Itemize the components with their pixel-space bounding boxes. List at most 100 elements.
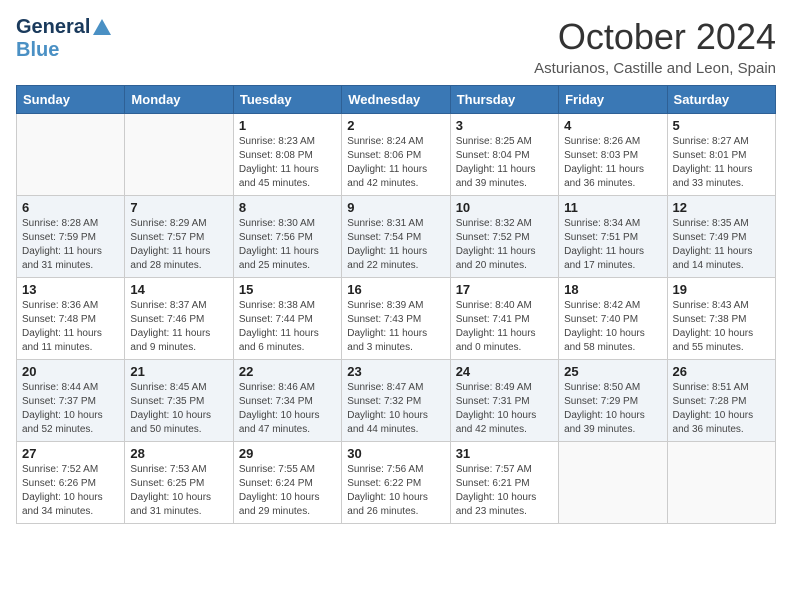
day-info: Sunrise: 8:42 AMSunset: 7:40 PMDaylight:… xyxy=(564,299,661,355)
logo-blue: Blue xyxy=(16,39,59,61)
logo-general: General xyxy=(16,16,90,39)
calendar-day-cell: 14 Sunrise: 8:37 AMSunset: 7:46 PMDayligh… xyxy=(125,278,233,360)
day-info: Sunrise: 8:31 AMSunset: 7:54 PMDaylight:… xyxy=(347,217,444,273)
day-number: 15 xyxy=(239,282,336,297)
calendar-day-cell xyxy=(125,114,233,196)
day-number: 31 xyxy=(456,446,553,461)
calendar-day-cell: 8 Sunrise: 8:30 AMSunset: 7:56 PMDaylight… xyxy=(233,196,341,278)
day-info: Sunrise: 8:45 AMSunset: 7:35 PMDaylight:… xyxy=(130,381,227,437)
day-info: Sunrise: 8:50 AMSunset: 7:29 PMDaylight:… xyxy=(564,381,661,437)
calendar-day-cell: 13 Sunrise: 8:36 AMSunset: 7:48 PMDayligh… xyxy=(17,278,125,360)
day-number: 22 xyxy=(239,364,336,379)
day-info: Sunrise: 8:25 AMSunset: 8:04 PMDaylight:… xyxy=(456,135,553,191)
calendar-day-cell: 18 Sunrise: 8:42 AMSunset: 7:40 PMDayligh… xyxy=(559,278,667,360)
day-info: Sunrise: 8:37 AMSunset: 7:46 PMDaylight:… xyxy=(130,299,227,355)
calendar-day-cell: 27 Sunrise: 7:52 AMSunset: 6:26 PMDayligh… xyxy=(17,442,125,524)
calendar-header-row: SundayMondayTuesdayWednesdayThursdayFrid… xyxy=(17,86,776,114)
calendar-day-cell: 24Sunrise: 8:49 AMSunset: 7:31 PMDayligh… xyxy=(450,360,558,442)
calendar-day-cell: 22 Sunrise: 8:46 AMSunset: 7:34 PMDayligh… xyxy=(233,360,341,442)
calendar-day-cell: 23Sunrise: 8:47 AMSunset: 7:32 PMDayligh… xyxy=(342,360,450,442)
calendar-week-row: 20 Sunrise: 8:44 AMSunset: 7:37 PMDayligh… xyxy=(17,360,776,442)
calendar-table: SundayMondayTuesdayWednesdayThursdayFrid… xyxy=(16,85,776,524)
day-number: 25 xyxy=(564,364,661,379)
calendar-day-cell xyxy=(17,114,125,196)
calendar-day-cell: 21Sunrise: 8:45 AMSunset: 7:35 PMDayligh… xyxy=(125,360,233,442)
calendar-day-cell xyxy=(667,442,775,524)
day-info: Sunrise: 8:29 AMSunset: 7:57 PMDaylight:… xyxy=(130,217,227,273)
day-number: 28 xyxy=(130,446,227,461)
col-header-saturday: Saturday xyxy=(667,86,775,114)
day-number: 24 xyxy=(456,364,553,379)
day-number: 8 xyxy=(239,200,336,215)
day-number: 18 xyxy=(564,282,661,297)
page-container: General Blue October 2024 Asturianos, Ca… xyxy=(0,0,792,534)
calendar-day-cell: 30 Sunrise: 7:56 AMSunset: 6:22 PMDayligh… xyxy=(342,442,450,524)
calendar-day-cell: 12 Sunrise: 8:35 AMSunset: 7:49 PMDayligh… xyxy=(667,196,775,278)
day-number: 4 xyxy=(564,118,661,133)
day-number: 5 xyxy=(673,118,770,133)
day-info: Sunrise: 8:24 AMSunset: 8:06 PMDaylight:… xyxy=(347,135,444,191)
calendar-day-cell: 2Sunrise: 8:24 AMSunset: 8:06 PMDaylight… xyxy=(342,114,450,196)
day-number: 6 xyxy=(22,200,119,215)
col-header-tuesday: Tuesday xyxy=(233,86,341,114)
calendar-day-cell: 25 Sunrise: 8:50 AMSunset: 7:29 PMDayligh… xyxy=(559,360,667,442)
day-info: Sunrise: 8:44 AMSunset: 7:37 PMDaylight:… xyxy=(22,381,119,437)
logo-line1: General xyxy=(16,16,111,39)
title-area: October 2024 Asturianos, Castille and Le… xyxy=(534,16,776,77)
calendar-day-cell: 29 Sunrise: 7:55 AMSunset: 6:24 PMDayligh… xyxy=(233,442,341,524)
header: General Blue October 2024 Asturianos, Ca… xyxy=(16,16,776,77)
calendar-day-cell: 5 Sunrise: 8:27 AMSunset: 8:01 PMDaylight… xyxy=(667,114,775,196)
day-number: 19 xyxy=(673,282,770,297)
day-number: 14 xyxy=(130,282,227,297)
day-number: 9 xyxy=(347,200,444,215)
day-number: 20 xyxy=(22,364,119,379)
day-info: Sunrise: 8:23 AMSunset: 8:08 PMDaylight:… xyxy=(239,135,336,191)
calendar-week-row: 13 Sunrise: 8:36 AMSunset: 7:48 PMDayligh… xyxy=(17,278,776,360)
day-number: 13 xyxy=(22,282,119,297)
day-number: 12 xyxy=(673,200,770,215)
day-info: Sunrise: 8:36 AMSunset: 7:48 PMDaylight:… xyxy=(22,299,119,355)
calendar-day-cell: 20 Sunrise: 8:44 AMSunset: 7:37 PMDayligh… xyxy=(17,360,125,442)
calendar-day-cell: 3 Sunrise: 8:25 AMSunset: 8:04 PMDaylight… xyxy=(450,114,558,196)
day-info: Sunrise: 7:52 AMSunset: 6:26 PMDaylight:… xyxy=(22,463,119,519)
day-number: 16 xyxy=(347,282,444,297)
day-info: Sunrise: 8:46 AMSunset: 7:34 PMDaylight:… xyxy=(239,381,336,437)
calendar-day-cell: 15 Sunrise: 8:38 AMSunset: 7:44 PMDayligh… xyxy=(233,278,341,360)
day-info: Sunrise: 8:27 AMSunset: 8:01 PMDaylight:… xyxy=(673,135,770,191)
day-info: Sunrise: 8:30 AMSunset: 7:56 PMDaylight:… xyxy=(239,217,336,273)
day-number: 30 xyxy=(347,446,444,461)
calendar-day-cell xyxy=(559,442,667,524)
day-number: 26 xyxy=(673,364,770,379)
calendar-day-cell: 6Sunrise: 8:28 AMSunset: 7:59 PMDaylight… xyxy=(17,196,125,278)
day-info: Sunrise: 8:39 AMSunset: 7:43 PMDaylight:… xyxy=(347,299,444,355)
calendar-day-cell: 11Sunrise: 8:34 AMSunset: 7:51 PMDayligh… xyxy=(559,196,667,278)
calendar-week-row: 1 Sunrise: 8:23 AMSunset: 8:08 PMDaylight… xyxy=(17,114,776,196)
calendar-day-cell: 19Sunrise: 8:43 AMSunset: 7:38 PMDayligh… xyxy=(667,278,775,360)
logo-line2: Blue xyxy=(16,39,59,62)
calendar-day-cell: 9 Sunrise: 8:31 AMSunset: 7:54 PMDaylight… xyxy=(342,196,450,278)
day-info: Sunrise: 8:38 AMSunset: 7:44 PMDaylight:… xyxy=(239,299,336,355)
day-info: Sunrise: 8:47 AMSunset: 7:32 PMDaylight:… xyxy=(347,381,444,437)
location: Asturianos, Castille and Leon, Spain xyxy=(534,60,776,77)
day-info: Sunrise: 7:56 AMSunset: 6:22 PMDaylight:… xyxy=(347,463,444,519)
calendar-day-cell: 1 Sunrise: 8:23 AMSunset: 8:08 PMDaylight… xyxy=(233,114,341,196)
calendar-day-cell: 28Sunrise: 7:53 AMSunset: 6:25 PMDayligh… xyxy=(125,442,233,524)
day-info: Sunrise: 7:57 AMSunset: 6:21 PMDaylight:… xyxy=(456,463,553,519)
day-number: 17 xyxy=(456,282,553,297)
calendar-day-cell: 7Sunrise: 8:29 AMSunset: 7:57 PMDaylight… xyxy=(125,196,233,278)
col-header-sunday: Sunday xyxy=(17,86,125,114)
logo: General Blue xyxy=(16,16,111,62)
day-info: Sunrise: 8:40 AMSunset: 7:41 PMDaylight:… xyxy=(456,299,553,355)
calendar-week-row: 6Sunrise: 8:28 AMSunset: 7:59 PMDaylight… xyxy=(17,196,776,278)
day-number: 11 xyxy=(564,200,661,215)
calendar-day-cell: 16 Sunrise: 8:39 AMSunset: 7:43 PMDayligh… xyxy=(342,278,450,360)
day-info: Sunrise: 7:55 AMSunset: 6:24 PMDaylight:… xyxy=(239,463,336,519)
calendar-day-cell: 4Sunrise: 8:26 AMSunset: 8:03 PMDaylight… xyxy=(559,114,667,196)
col-header-friday: Friday xyxy=(559,86,667,114)
day-number: 1 xyxy=(239,118,336,133)
day-number: 27 xyxy=(22,446,119,461)
day-info: Sunrise: 8:35 AMSunset: 7:49 PMDaylight:… xyxy=(673,217,770,273)
calendar-day-cell: 31 Sunrise: 7:57 AMSunset: 6:21 PMDayligh… xyxy=(450,442,558,524)
day-number: 3 xyxy=(456,118,553,133)
day-number: 29 xyxy=(239,446,336,461)
